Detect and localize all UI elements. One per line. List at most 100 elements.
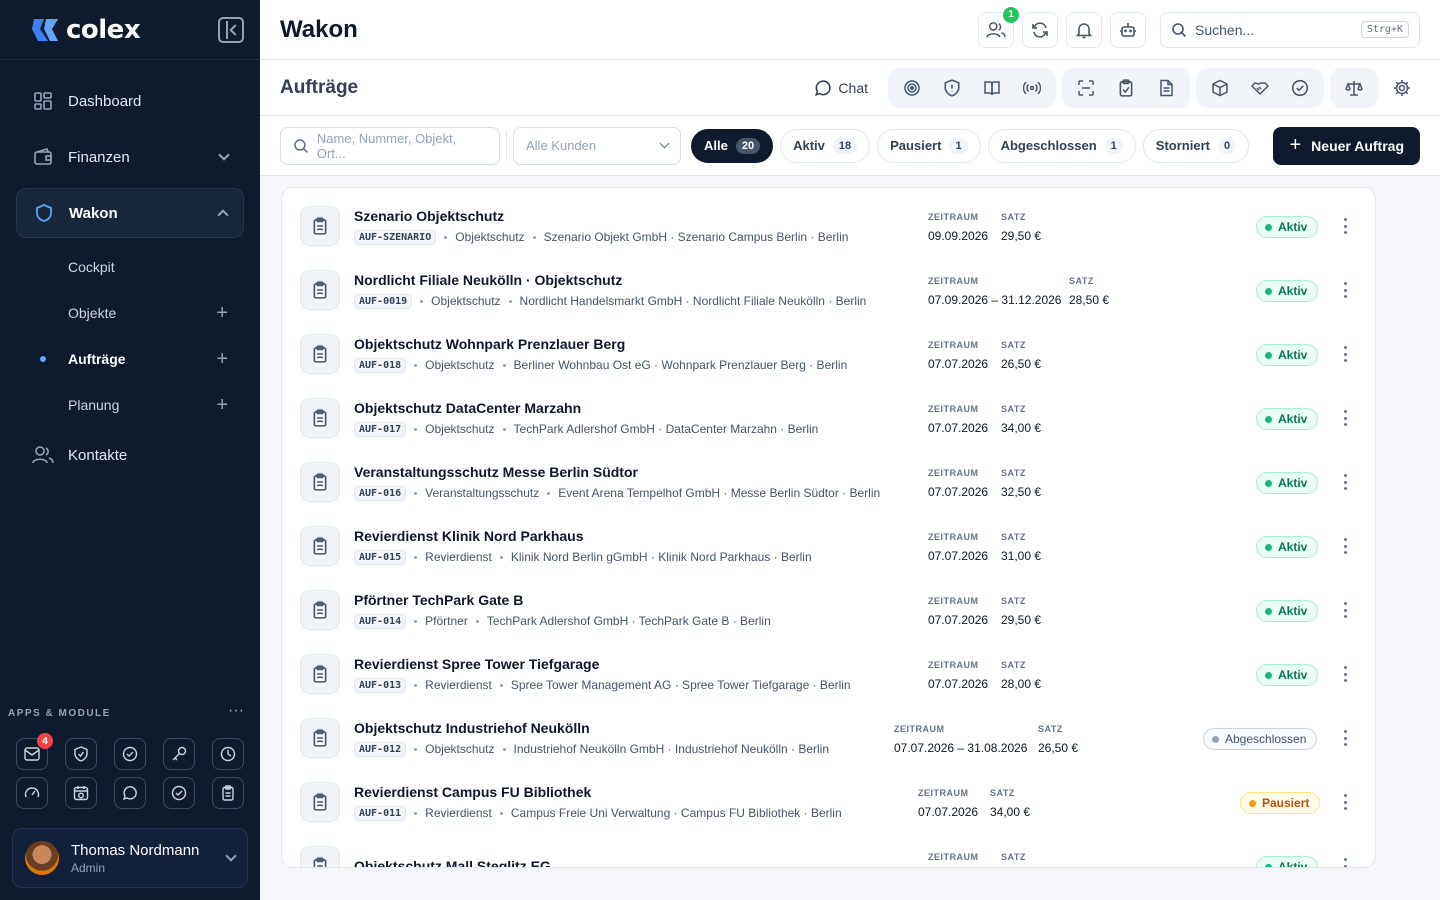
user-menu[interactable]: Thomas Nordmann Admin [12, 828, 248, 888]
order-type: Objektschutz [425, 358, 495, 372]
table-row[interactable]: Objektschutz Wohnpark Prenzlauer Berg AU… [282, 322, 1375, 386]
filter-pill-pausiert[interactable]: Pausiert 1 [877, 128, 981, 163]
refresh-icon [1032, 21, 1048, 38]
order-title[interactable]: Revierdienst Spree Tower Tiefgarage [354, 656, 914, 672]
add-auftrag-icon[interactable]: + [216, 348, 228, 371]
table-row[interactable]: Revierdienst Campus FU Bibliothek AUF-01… [282, 770, 1375, 834]
security-app-button[interactable] [65, 738, 97, 770]
status-badge: Aktiv [1256, 600, 1319, 622]
more-vertical-icon[interactable] [1343, 794, 1347, 810]
apps-grid: 4 [16, 733, 244, 809]
mail-app-button[interactable]: 4 [16, 733, 53, 770]
pill-count: 18 [832, 137, 858, 154]
rate-value: 29,50 € [1001, 613, 1042, 627]
order-title[interactable]: Nordlicht Filiale Neukölln · Objektschut… [354, 272, 914, 288]
more-vertical-icon[interactable] [1343, 218, 1347, 234]
handshake-button[interactable] [1240, 71, 1280, 105]
table-row[interactable]: Pförtner TechPark Gate B AUF-014 Pförtne… [282, 578, 1375, 642]
more-vertical-icon[interactable] [1343, 410, 1347, 426]
shield-alert-button[interactable] [932, 71, 972, 105]
order-title[interactable]: Objektschutz Mall Steglitz EG [354, 858, 914, 867]
settings-button[interactable] [1384, 70, 1420, 106]
sidebar-subitem-cockpit[interactable]: Cockpit [16, 244, 244, 290]
order-title[interactable]: Objektschutz Wohnpark Prenzlauer Berg [354, 336, 914, 352]
sidebar-item-kontakte[interactable]: Kontakte [16, 430, 244, 480]
assistant-button[interactable] [1110, 11, 1146, 48]
filter-pill-storniert[interactable]: Storniert 0 [1142, 128, 1250, 163]
clipboard-app-button[interactable] [212, 777, 244, 809]
team-button[interactable]: 1 [978, 6, 1019, 48]
sidebar-item-wakon[interactable]: Wakon [16, 188, 244, 238]
target-button[interactable] [892, 71, 932, 105]
order-title[interactable]: Pförtner TechPark Gate B [354, 592, 914, 608]
notifications-button[interactable] [1066, 11, 1102, 48]
order-title[interactable]: Veranstaltungsschutz Messe Berlin Südtor [354, 464, 914, 480]
customer-select[interactable]: Alle Kunden [513, 126, 681, 165]
user-name: Thomas Nordmann [71, 841, 200, 859]
more-vertical-icon[interactable] [1343, 474, 1347, 490]
scan-button[interactable] [1066, 71, 1106, 105]
table-row[interactable]: Szenario Objektschutz AUF-SZENARIO Objek… [282, 194, 1375, 258]
more-vertical-icon[interactable] [1343, 602, 1347, 618]
more-apps-icon[interactable]: ··· [228, 702, 244, 720]
sidebar-item-finanzen[interactable]: Finanzen [16, 132, 244, 182]
filter-pill-alle[interactable]: Alle 20 [691, 128, 774, 163]
more-vertical-icon[interactable] [1343, 346, 1347, 362]
time-app-button[interactable] [212, 738, 244, 770]
order-title[interactable]: Revierdienst Campus FU Bibliothek [354, 784, 914, 800]
add-planung-icon[interactable]: + [216, 394, 228, 417]
refresh-button[interactable] [1022, 11, 1058, 48]
filter-pill-aktiv[interactable]: Aktiv 18 [780, 128, 871, 163]
package-button[interactable] [1200, 71, 1240, 105]
table-row[interactable]: Objektschutz DataCenter Marzahn AUF-017 … [282, 386, 1375, 450]
approvals-app-button[interactable] [163, 777, 195, 809]
rate-label: SATZ [1038, 724, 1063, 734]
table-row[interactable]: Objektschutz Industriehof Neukölln AUF-0… [282, 706, 1375, 770]
radio-button[interactable] [1012, 71, 1052, 105]
table-row[interactable]: Revierdienst Spree Tower Tiefgarage AUF-… [282, 642, 1375, 706]
separator-dot [414, 363, 418, 367]
sidebar-subitem-objekte[interactable]: Objekte + [16, 290, 244, 336]
checklist-button[interactable] [1106, 71, 1146, 105]
more-vertical-icon[interactable] [1343, 858, 1347, 867]
chat-button[interactable]: Chat [814, 79, 868, 97]
performance-app-button[interactable] [16, 777, 48, 809]
chevron-down-icon [659, 138, 670, 149]
global-search[interactable]: Suchen... Strg+K [1160, 11, 1420, 48]
calendar-app-button[interactable] [65, 777, 97, 809]
new-order-button[interactable]: + Neuer Auftrag [1273, 126, 1420, 165]
table-row[interactable]: Revierdienst Klinik Nord Parkhaus AUF-01… [282, 514, 1375, 578]
book-button[interactable] [972, 71, 1012, 105]
more-vertical-icon[interactable] [1343, 538, 1347, 554]
order-title[interactable]: Objektschutz Industriehof Neukölln [354, 720, 914, 736]
order-location: Industriehof Neukölln GmbH · Industrieho… [513, 742, 830, 756]
keys-app-button[interactable] [163, 738, 195, 770]
order-rate: SATZ 34,00 € [1001, 404, 1041, 435]
more-vertical-icon[interactable] [1343, 730, 1347, 746]
order-period: ZEITRAUM 07.07.2026 [928, 596, 988, 627]
order-title[interactable]: Objektschutz DataCenter Marzahn [354, 400, 914, 416]
tasks-app-button[interactable] [114, 738, 146, 770]
sidebar-item-dashboard[interactable]: Dashboard [16, 76, 244, 126]
table-row[interactable]: Nordlicht Filiale Neukölln · Objektschut… [282, 258, 1375, 322]
legal-button[interactable] [1334, 71, 1374, 105]
document-button[interactable] [1146, 71, 1186, 105]
add-objekt-icon[interactable]: + [216, 302, 228, 325]
more-vertical-icon[interactable] [1343, 666, 1347, 682]
order-title[interactable]: Revierdienst Klinik Nord Parkhaus [354, 528, 914, 544]
period-label: ZEITRAUM [928, 276, 979, 286]
more-vertical-icon[interactable] [1343, 282, 1347, 298]
rate-value: 28,50 € [1069, 293, 1110, 307]
sidebar-subitem-planung[interactable]: Planung + [16, 382, 244, 428]
messages-app-button[interactable] [114, 777, 146, 809]
filter-pill-abgeschlossen[interactable]: Abgeschlossen 1 [987, 128, 1136, 163]
sidebar-subitem-auftraege[interactable]: Aufträge + [16, 336, 244, 382]
subitem-label: Aufträge [68, 351, 126, 367]
order-search-input[interactable]: Name, Nummer, Objekt, Ort... [280, 126, 500, 165]
approve-button[interactable] [1280, 71, 1320, 105]
table-row[interactable]: Objektschutz Mall Steglitz EG ZEITRAUM S… [282, 834, 1375, 867]
sidebar-collapse-icon[interactable] [218, 16, 244, 43]
order-title[interactable]: Szenario Objektschutz [354, 208, 914, 224]
order-main: Objektschutz Mall Steglitz EG [354, 858, 914, 867]
table-row[interactable]: Veranstaltungsschutz Messe Berlin Südtor… [282, 450, 1375, 514]
